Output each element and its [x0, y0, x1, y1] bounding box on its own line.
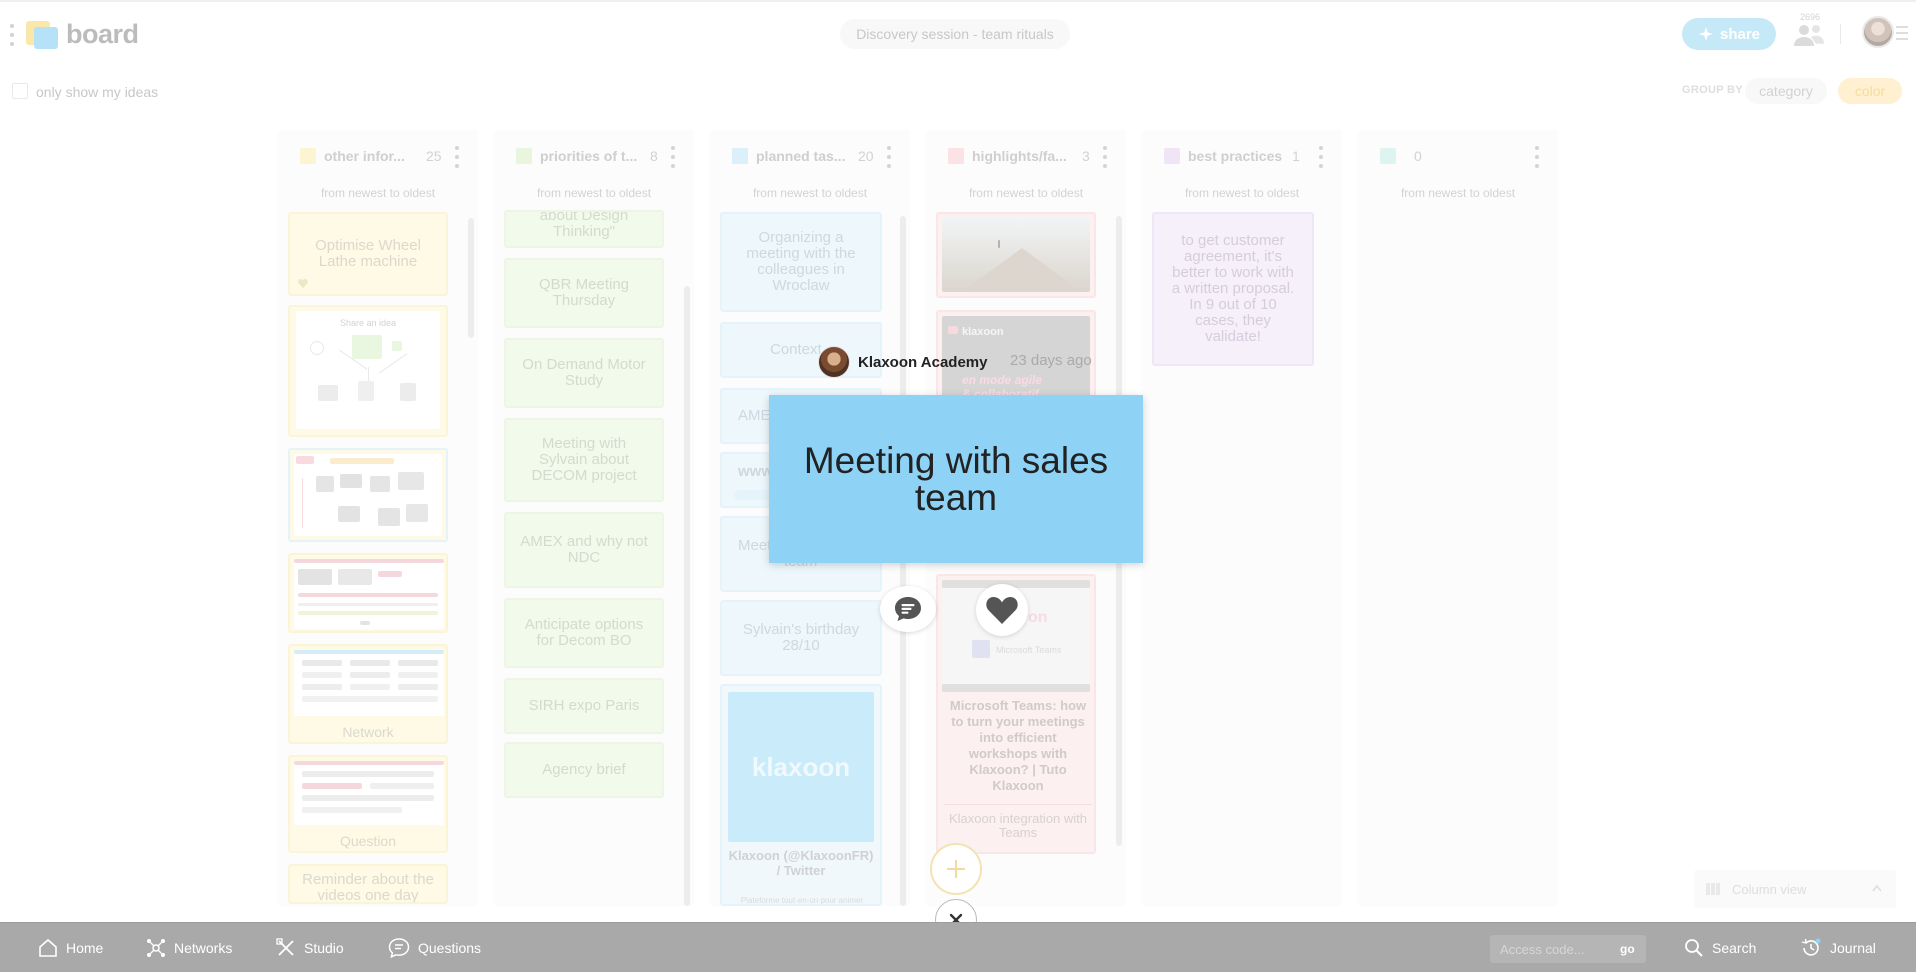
access-go-button[interactable]: go — [1620, 942, 1635, 956]
nav-networks[interactable]: Networks — [146, 923, 232, 972]
search-icon — [1685, 939, 1703, 957]
focused-idea-text: Meeting with sales team — [803, 440, 1109, 518]
studio-tools-icon — [276, 938, 294, 956]
network-icon — [147, 939, 165, 957]
access-code-form: go — [1490, 935, 1646, 963]
plus-icon — [947, 860, 965, 878]
access-code-input[interactable] — [1490, 935, 1610, 963]
nav-questions-label: Questions — [418, 940, 482, 956]
nav-studio-label: Studio — [304, 940, 344, 956]
idea-author: Klaxoon Academy — [818, 346, 988, 378]
like-button[interactable] — [976, 584, 1028, 636]
nav-questions[interactable]: Questions — [388, 923, 481, 972]
author-avatar — [818, 346, 850, 378]
author-name: Klaxoon Academy — [858, 353, 988, 371]
nav-home[interactable]: Home — [38, 923, 103, 972]
nav-networks-label: Networks — [174, 940, 233, 956]
focused-idea-card[interactable]: Meeting with sales team — [769, 395, 1143, 563]
bottom-navigation-bar: Home Networks Studio Questions go Search… — [0, 922, 1916, 972]
comment-icon — [895, 597, 921, 621]
nav-search[interactable]: Search — [1684, 923, 1756, 972]
nav-home-label: Home — [66, 940, 104, 956]
questions-icon — [388, 938, 410, 958]
nav-journal[interactable]: Journal — [1800, 923, 1876, 972]
heart-icon — [986, 597, 1018, 624]
board-app: board Discovery session - team rituals s… — [0, 0, 1916, 972]
add-idea-button[interactable] — [930, 843, 982, 895]
journal-clock-icon — [1801, 938, 1821, 956]
nav-search-label: Search — [1712, 940, 1757, 956]
idea-timestamp: 23 days ago — [1010, 352, 1092, 369]
nav-studio[interactable]: Studio — [276, 923, 344, 972]
nav-journal-label: Journal — [1830, 940, 1876, 956]
comment-button[interactable] — [880, 586, 936, 632]
home-icon — [39, 938, 57, 957]
